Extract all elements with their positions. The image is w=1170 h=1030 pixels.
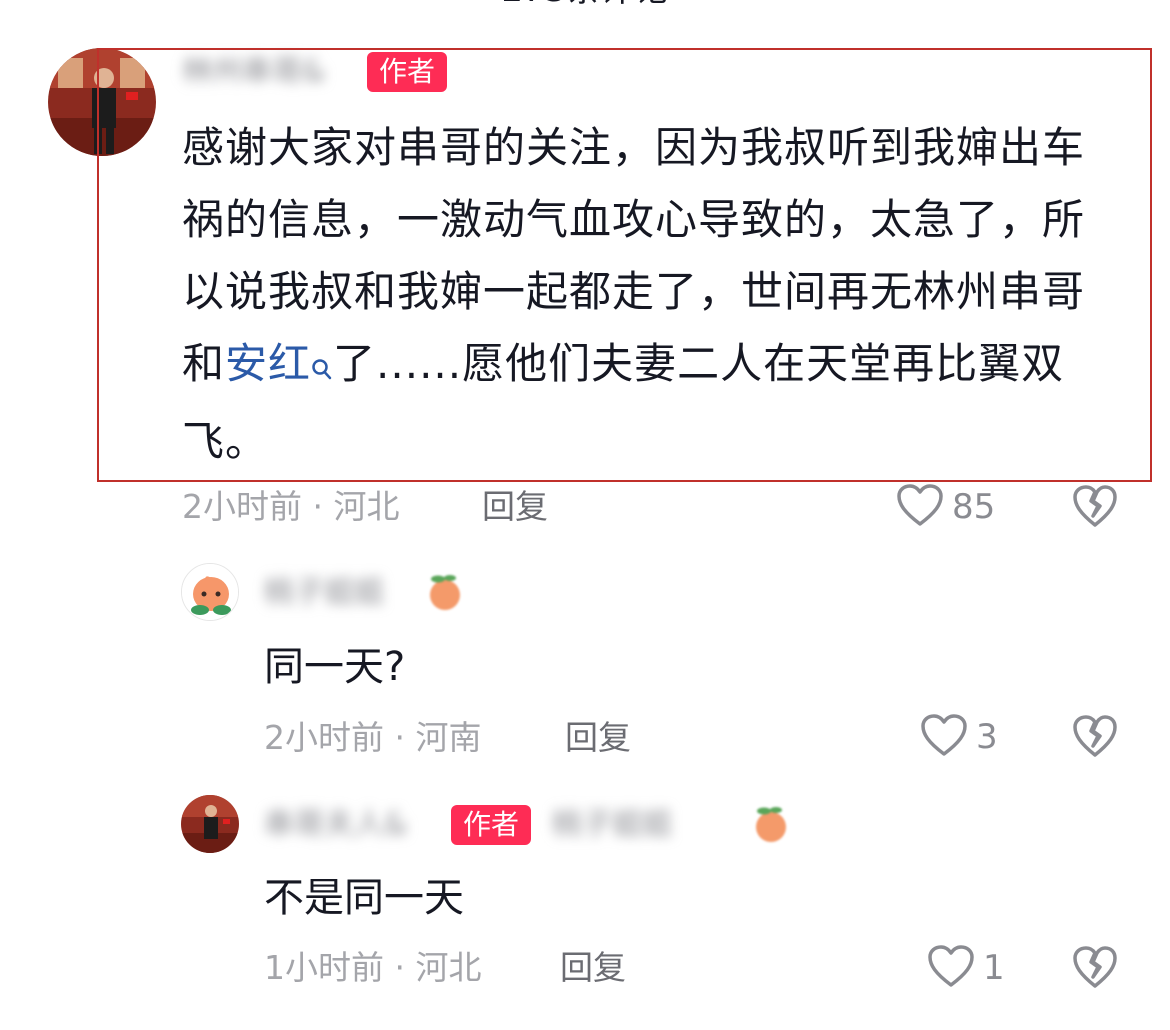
- comment-meta: 2小时前 · 河北: [182, 487, 400, 526]
- author-badge: 作者: [367, 52, 448, 92]
- comment-count-header: 273条评论: [0, 0, 1170, 10]
- avatar[interactable]: [181, 563, 239, 621]
- broken-heart-icon: [1072, 715, 1118, 762]
- reply-to-username[interactable]: 桃子姐姐: [552, 805, 672, 845]
- reply-button[interactable]: 回复: [565, 718, 631, 758]
- reply-button[interactable]: 回复: [560, 948, 626, 988]
- like-count: 85: [952, 487, 996, 527]
- comment-text: 感谢大家对串哥的关注，因为我叔听到我婶出车祸的信息，一激动气血攻心导致的，太急了…: [182, 112, 1112, 478]
- reply-meta: 1小时前 · 河北: [264, 948, 482, 987]
- peach-icon: [750, 803, 792, 845]
- like-count: 1: [983, 948, 1005, 988]
- reply-text: 同一天?: [264, 644, 406, 690]
- broken-heart-icon: [1072, 485, 1118, 532]
- comments-page: 273条评论 林州串哥& 作者 感谢大家对串哥的关注，因为我叔听到我婶出车祸的信…: [0, 0, 1170, 1030]
- search-link-label: 安红: [225, 339, 312, 388]
- heart-icon: [920, 713, 968, 761]
- reply-text: 不是同一天: [264, 875, 464, 921]
- search-link[interactable]: 安红: [225, 339, 333, 388]
- reply-meta: 2小时前 · 河南: [264, 718, 482, 757]
- dislike-button[interactable]: [1072, 945, 1118, 991]
- like-button[interactable]: 85: [896, 484, 995, 530]
- heart-icon: [896, 483, 944, 531]
- dislike-button[interactable]: [1072, 714, 1118, 760]
- like-button[interactable]: 1: [927, 945, 1005, 991]
- like-count: 3: [976, 717, 998, 757]
- search-icon: [311, 334, 333, 406]
- username[interactable]: 林州串哥&: [182, 52, 325, 92]
- dislike-button[interactable]: [1072, 484, 1118, 530]
- username[interactable]: 桃子姐姐: [264, 573, 384, 613]
- like-button[interactable]: 3: [920, 714, 998, 760]
- broken-heart-icon: [1072, 946, 1118, 993]
- username[interactable]: 串哥夫人&: [264, 805, 407, 845]
- avatar[interactable]: [181, 795, 239, 853]
- avatar[interactable]: [48, 48, 156, 156]
- author-badge: 作者: [451, 805, 532, 845]
- peach-icon: [424, 571, 466, 613]
- heart-icon: [927, 944, 975, 992]
- reply-button[interactable]: 回复: [482, 487, 548, 527]
